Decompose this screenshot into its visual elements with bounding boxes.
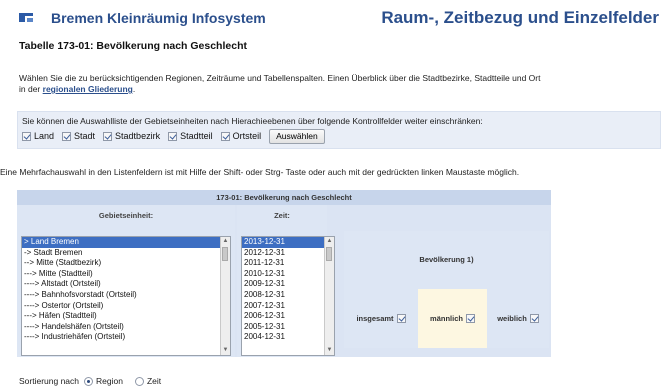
gebietseinheit-listbox[interactable]: > Land Bremen -> Stadt Bremen --> Mitte (S… [21,236,231,356]
selection-table-title: 173-01: Bevölkerung nach Geschlecht [17,190,551,205]
sort-region-label: Region [96,376,123,386]
intro-line2: in der [19,84,41,94]
sort-label: Sortierung nach [19,376,80,386]
list-option[interactable]: 2012-12-31 [242,248,334,259]
list-option[interactable]: 2011-12-31 [242,258,334,269]
bremen-logo-icon [19,13,33,22]
stadtteil-checkbox[interactable] [168,131,178,141]
list-option[interactable]: -> Stadt Bremen [22,248,230,259]
gebietseinheit-options: > Land Bremen -> Stadt Bremen --> Mitte (S… [22,237,230,343]
ortsteil-checkbox[interactable] [220,131,230,141]
list-option[interactable]: > Land Bremen [22,237,230,248]
list-option[interactable]: 2010-12-31 [242,269,334,280]
list-option[interactable]: 2013-12-31 [242,237,334,248]
insgesamt-label: insgesamt [356,314,394,323]
stadtbezirk-label: Stadtbezirk [115,131,161,141]
filter-land[interactable]: Land [22,131,54,141]
sort-zeit-label: Zeit [146,376,162,386]
list-option[interactable]: 2004-12-31 [242,332,334,343]
selection-table: 173-01: Bevölkerung nach Geschlecht Gebi… [17,190,551,357]
header: Bremen Kleinräumig Infosystem Raum-, Zei… [0,0,661,34]
maennlich-checkbox[interactable] [465,314,475,323]
scroll-up-icon[interactable]: ▲ [221,237,230,246]
list-option[interactable]: --> Mitte (Stadtbezirk) [22,258,230,269]
multiselect-note: Eine Mehrfachauswahl in den Listenfelder… [0,167,520,177]
column-maennlich[interactable]: männlich [418,289,487,348]
land-checkbox[interactable] [22,131,31,141]
weiblich-label: weiblich [497,314,527,323]
gebietseinheit-scrollbar[interactable]: ▲ ▼ [220,237,230,355]
bevoelkerung-header: Bevölkerung 1) [344,231,549,289]
filter-stadtteil[interactable]: Stadtteil [168,131,213,141]
filter-stadt[interactable]: Stadt [62,131,95,141]
list-option[interactable]: ----> Ostertor (Ortsteil) [22,301,230,312]
filter-checkbox-row: Land Stadt Stadtbezirk Stadtteil Ortstei… [22,128,325,144]
zeit-column: Zeit: 2013-12-31 2012-12-31 2011-12-31 2010… [237,205,335,357]
list-option[interactable]: ---> Häfen (Stadtteil) [22,311,230,322]
land-label: Land [34,131,55,141]
maennlich-label: männlich [430,314,463,323]
list-option[interactable]: ----> Industriehäfen (Ortsteil) [22,332,230,343]
zeit-listbox[interactable]: 2013-12-31 2012-12-31 2011-12-31 2010-12-31… [241,236,335,356]
stadtbezirk-checkbox[interactable] [103,131,113,141]
list-option[interactable]: ----> Bahnhofsvorstadt (Ortsteil) [22,290,230,301]
scrollbar-thumb[interactable] [222,247,228,261]
ortsteil-label: Ortsteil [232,131,262,141]
filter-ortsteil[interactable]: Ortsteil [220,131,262,141]
stadtteil-label: Stadtteil [180,131,213,141]
scroll-down-icon[interactable]: ▼ [221,346,230,355]
regional-gliederung-link[interactable]: regionalen Gliederung [43,84,133,94]
filter-stadtbezirk[interactable]: Stadtbezirk [103,131,160,141]
list-option[interactable]: 2007-12-31 [242,301,334,312]
table-title: Tabelle 173-01: Bevölkerung nach Geschle… [19,40,247,52]
stadt-label: Stadt [74,131,96,141]
column-insgesamt[interactable]: insgesamt [344,289,418,348]
section-title: Raum-, Zeitbezug und Einzelfelder [381,8,659,27]
sort-zeit-radio[interactable] [134,376,144,386]
zeit-options: 2013-12-31 2012-12-31 2011-12-31 2010-12-31… [242,237,334,343]
gebietseinheit-header: Gebietseinheit: [98,211,154,220]
hierarchy-filter-box: Sie können die Auswahlliste der Gebietse… [17,111,661,149]
bevoelkerung-column-group: Bevölkerung 1) insgesamt männlich weibli… [332,205,551,357]
stadt-checkbox[interactable] [62,131,72,141]
list-option[interactable]: 2005-12-31 [242,322,334,333]
intro-period: . [132,84,136,94]
weiblich-checkbox[interactable] [529,314,539,323]
list-option[interactable]: ----> Altstadt (Ortsteil) [22,279,230,290]
sort-region-radio[interactable] [84,376,94,386]
intro-line1: Wählen Sie die zu berücksichtigenden Reg… [19,73,541,83]
list-option[interactable]: 2009-12-31 [242,279,334,290]
sort-row: Sortierung nach Region Zeit [19,376,161,386]
intro-text: Wählen Sie die zu berücksichtigenden Reg… [19,73,659,95]
gebietseinheit-column: Gebietseinheit: > Land Bremen -> Stadt Br… [17,205,235,357]
list-option[interactable]: ---> Mitte (Stadtteil) [22,269,230,280]
list-option[interactable]: 2006-12-31 [242,311,334,322]
auswaehlen-button[interactable]: Auswählen [269,128,325,144]
zeit-header: Zeit: [274,211,290,220]
filter-description: Sie können die Auswahlliste der Gebietse… [22,116,483,126]
insgesamt-checkbox[interactable] [396,314,406,323]
list-option[interactable]: ----> Handelshäfen (Ortsteil) [22,322,230,333]
brand-title: Bremen Kleinräumig Infosystem [51,10,266,26]
column-weiblich[interactable]: weiblich [487,289,549,348]
list-option[interactable]: 2008-12-31 [242,290,334,301]
